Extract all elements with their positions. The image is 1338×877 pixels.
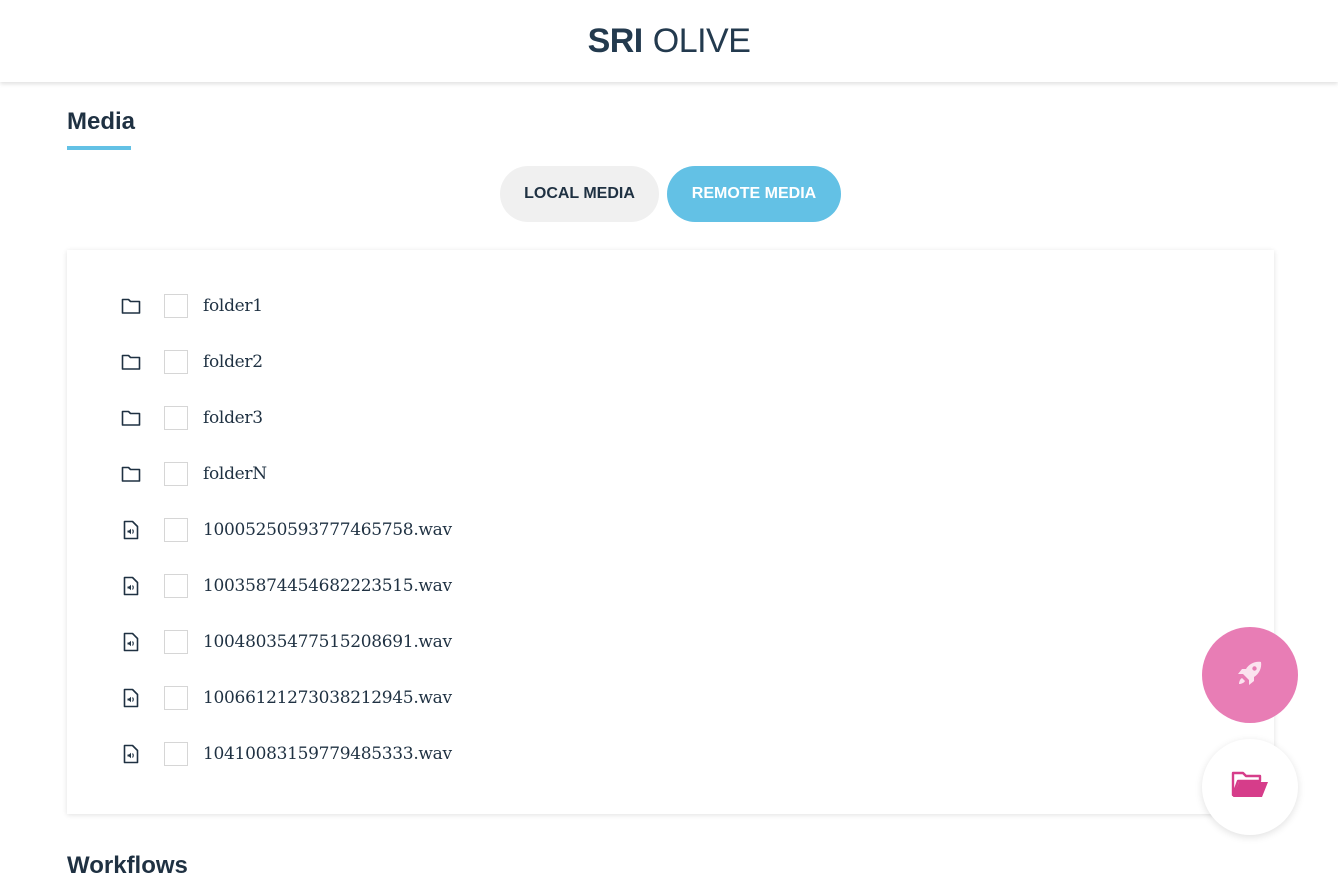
rocket-icon: [1233, 656, 1267, 695]
folder-icon: [121, 408, 141, 428]
audio-file-icon: [121, 520, 141, 540]
remote-media-button[interactable]: REMOTE MEDIA: [667, 166, 841, 222]
audio-file-icon: [121, 744, 141, 764]
item-name: folderN: [203, 464, 267, 484]
folder-icon: [121, 352, 141, 372]
folder-icon: [121, 464, 141, 484]
item-checkbox[interactable]: [164, 350, 188, 374]
media-section-title: Media: [67, 108, 136, 135]
audio-file-icon: [121, 576, 141, 596]
item-checkbox[interactable]: [164, 686, 188, 710]
app-logo: SRI OLIVE: [588, 22, 751, 61]
item-name: 10066121273038212945.wav: [203, 688, 452, 708]
open-media-button[interactable]: [1202, 739, 1298, 835]
item-name: folder2: [203, 352, 263, 372]
item-checkbox[interactable]: [164, 742, 188, 766]
media-title-underline: [67, 146, 131, 150]
item-checkbox[interactable]: [164, 406, 188, 430]
audio-file-icon: [121, 632, 141, 652]
item-name: folder1: [203, 296, 263, 316]
logo-olive: OLIVE: [652, 21, 751, 60]
media-file-list: folder1 folder2 folder3 folderN 10005250…: [67, 250, 1274, 814]
folder-open-icon: [1231, 770, 1269, 805]
item-name: 10048035477515208691.wav: [203, 632, 452, 652]
top-bar: SRI OLIVE: [0, 0, 1338, 82]
audio-file-icon: [121, 688, 141, 708]
item-checkbox[interactable]: [164, 294, 188, 318]
logo-sri: SRI: [587, 21, 644, 60]
item-checkbox[interactable]: [164, 630, 188, 654]
item-name: 10005250593777465758.wav: [203, 520, 452, 540]
item-name: 10035874454682223515.wav: [203, 576, 452, 596]
item-name: 10410083159779485333.wav: [203, 744, 452, 764]
folder-icon: [121, 296, 141, 316]
item-name: folder3: [203, 408, 263, 428]
item-checkbox[interactable]: [164, 518, 188, 542]
item-checkbox[interactable]: [164, 462, 188, 486]
workflows-section-title: Workflows: [67, 852, 188, 877]
launch-button[interactable]: [1202, 627, 1298, 723]
item-checkbox[interactable]: [164, 574, 188, 598]
local-media-button[interactable]: LOCAL MEDIA: [500, 166, 659, 222]
